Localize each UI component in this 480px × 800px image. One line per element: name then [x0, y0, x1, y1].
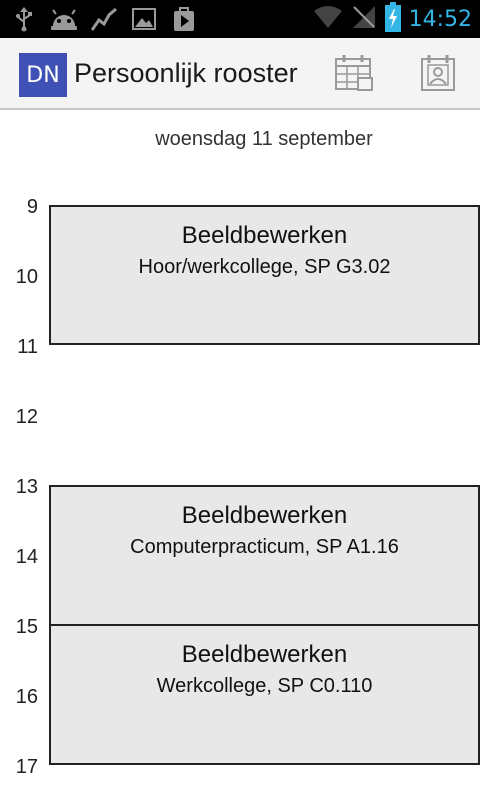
calendar-view-button[interactable]: [330, 52, 378, 98]
action-bar: DN Persoonlijk rooster: [0, 38, 480, 110]
notification-icons: [10, 6, 198, 32]
calendar-person-icon: [420, 54, 456, 96]
event-title: Beeldbewerken: [181, 222, 348, 249]
event-title: Beeldbewerken: [181, 641, 348, 668]
calendar-grid-icon: [334, 54, 374, 96]
event-title: Beeldbewerken: [181, 502, 348, 529]
event-block[interactable]: Beeldbewerken Hoor/werkcollege, SP G3.02: [49, 205, 480, 345]
battery-charging-icon: [384, 2, 401, 36]
app-logo[interactable]: DN: [19, 53, 67, 97]
hour-label: 9: [26, 196, 38, 218]
play-store-icon: [170, 6, 198, 32]
usb-icon: [10, 6, 38, 32]
hour-label: 11: [17, 336, 38, 358]
hour-label: 12: [15, 406, 38, 428]
hour-label: 14: [15, 546, 38, 568]
day-title: woensdag 11 september: [155, 128, 373, 150]
no-signal-icon: [351, 4, 377, 34]
activity-graph-icon: [90, 6, 118, 32]
event-details: Hoor/werkcollege, SP G3.02: [138, 256, 391, 278]
page-title: Persoonlijk rooster: [74, 58, 298, 88]
hour-label: 10: [15, 266, 38, 288]
event-details: Computerpracticum, SP A1.16: [130, 536, 399, 558]
status-bar: 14:52: [0, 0, 480, 38]
hour-label: 15: [15, 616, 38, 638]
hour-label: 17: [15, 756, 38, 778]
system-icons: 14:52: [313, 0, 472, 38]
clock: 14:52: [408, 6, 472, 32]
hour-label: 13: [15, 476, 38, 498]
android-debug-icon: [50, 6, 78, 32]
event-block[interactable]: Beeldbewerken Werkcollege, SP C0.110: [49, 624, 480, 765]
hour-label: 16: [15, 686, 38, 708]
personal-calendar-button[interactable]: [414, 52, 462, 98]
gallery-icon: [130, 6, 158, 32]
event-block[interactable]: Beeldbewerken Computerpracticum, SP A1.1…: [49, 485, 480, 626]
event-details: Werkcollege, SP C0.110: [156, 675, 373, 697]
wifi-icon: [313, 5, 343, 33]
